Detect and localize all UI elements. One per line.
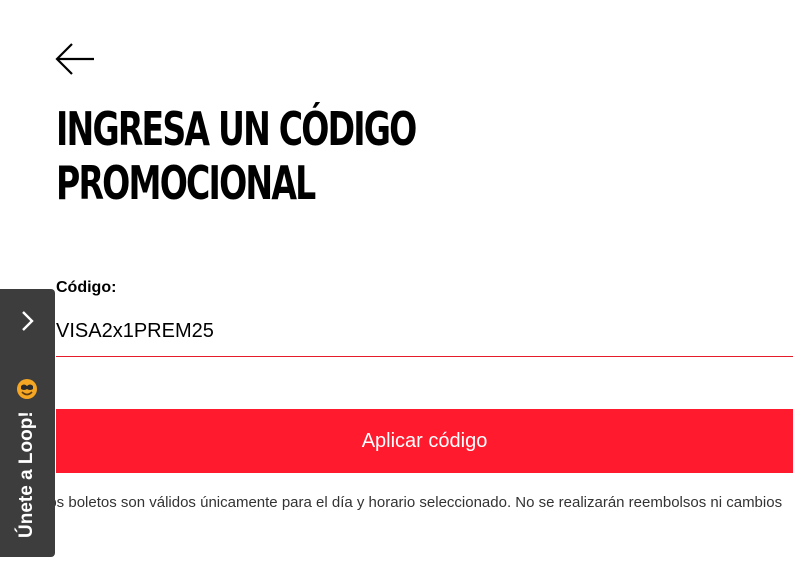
page-title: INGRESA UN CÓDIGO PROMOCIONAL [56, 102, 417, 210]
chevron-right-icon [22, 311, 34, 331]
arrow-left-icon [55, 43, 94, 75]
join-loop-label: Únete a Loop! [16, 411, 37, 538]
join-loop-label-wrap: Únete a Loop! [14, 378, 40, 538]
code-input[interactable] [56, 316, 776, 346]
disclaimer-text: Los boletos son válidos únicamente para … [40, 494, 783, 511]
smiley-emoji-icon [17, 379, 37, 399]
back-button[interactable] [54, 40, 96, 78]
code-label: Código: [56, 279, 117, 296]
apply-code-button[interactable]: Aplicar código [56, 409, 793, 473]
page-title-line-2: PROMOCIONAL [56, 156, 316, 210]
page-title-line-1: INGRESA UN CÓDIGO [56, 102, 417, 156]
code-field [56, 312, 793, 357]
promo-code-page: INGRESA UN CÓDIGO PROMOCIONAL Código: Ap… [0, 0, 805, 569]
